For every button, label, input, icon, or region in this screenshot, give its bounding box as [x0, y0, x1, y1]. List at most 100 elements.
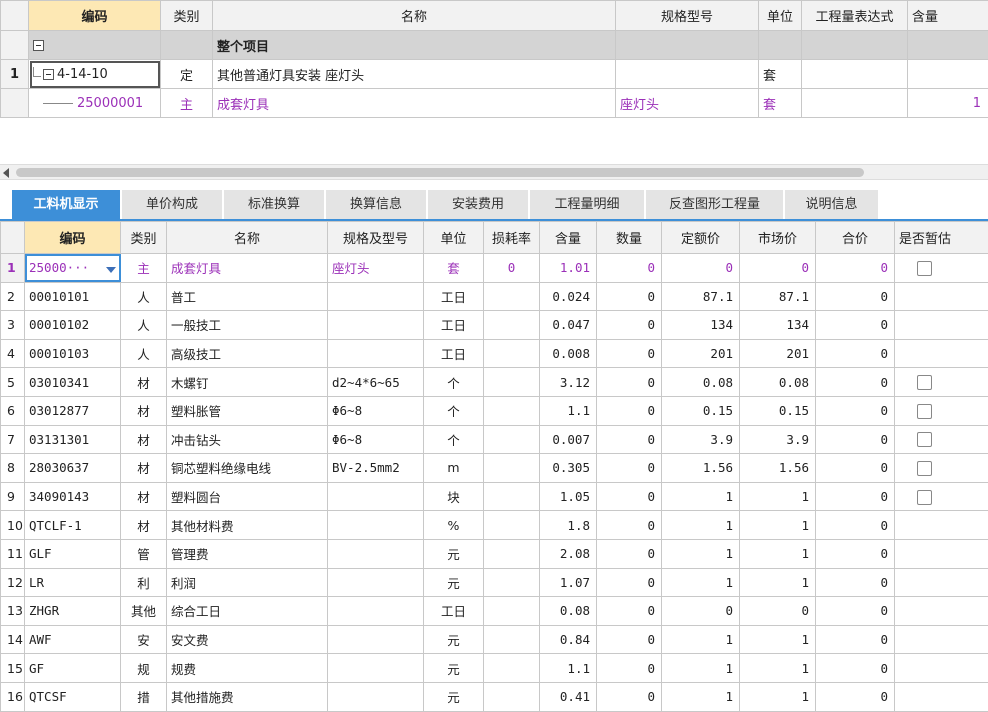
code-cell[interactable]: 28030637 — [25, 454, 121, 483]
provisional-checkbox[interactable] — [917, 375, 932, 390]
unit-cell[interactable]: 个 — [424, 368, 484, 397]
provisional-checkbox[interactable] — [917, 261, 932, 276]
scrollbar-thumb[interactable] — [16, 168, 864, 177]
provisional-cell[interactable] — [895, 396, 988, 425]
provisional-checkbox[interactable] — [917, 490, 932, 505]
tab-labor-material-machine[interactable]: 工料机显示 — [12, 190, 122, 220]
code-cell[interactable]: 03010341 — [25, 368, 121, 397]
name-cell[interactable]: 一般技工 — [167, 311, 328, 340]
loss-rate-cell[interactable] — [484, 454, 540, 483]
quantity-cell[interactable]: 0 — [597, 597, 662, 626]
total-cell[interactable]: 0 — [816, 511, 895, 540]
loss-rate-cell[interactable] — [484, 368, 540, 397]
provisional-cell[interactable] — [895, 654, 988, 683]
table-row[interactable]: 15GF规规费元1.10110 — [1, 654, 988, 683]
type-cell[interactable]: 利 — [121, 568, 167, 597]
content-cell[interactable]: 3.12 — [540, 368, 597, 397]
tab-conversion-info[interactable]: 换算信息 — [326, 190, 428, 220]
quota-price-cell[interactable]: 0.08 — [662, 368, 740, 397]
total-cell[interactable]: 0 — [816, 454, 895, 483]
provisional-checkbox[interactable] — [917, 432, 932, 447]
provisional-checkbox[interactable] — [917, 404, 932, 419]
market-price-cell[interactable]: 201 — [740, 339, 816, 368]
type-cell[interactable]: 材 — [121, 511, 167, 540]
tab-reverse-lookup[interactable]: 反查图形工程量 — [646, 190, 785, 220]
total-cell[interactable]: 0 — [816, 311, 895, 340]
col-header-code[interactable]: 编码 — [25, 222, 121, 254]
total-cell[interactable]: 0 — [816, 396, 895, 425]
type-cell[interactable]: 管 — [121, 539, 167, 568]
col-header-unit[interactable]: 单位 — [759, 1, 802, 31]
col-header-market-price[interactable]: 市场价 — [740, 222, 816, 254]
market-price-cell[interactable]: 0 — [740, 597, 816, 626]
market-price-cell[interactable]: 1 — [740, 482, 816, 511]
table-row[interactable]: 10QTCLF-1材其他材料费%1.80110 — [1, 511, 988, 540]
code-cell[interactable]: 03012877 — [25, 396, 121, 425]
col-header-unit[interactable]: 单位 — [424, 222, 484, 254]
table-row[interactable]: 11GLF管管理费元2.080110 — [1, 539, 988, 568]
quantity-cell[interactable]: 0 — [597, 682, 662, 711]
provisional-cell[interactable] — [895, 511, 988, 540]
content-cell[interactable]: 1.05 — [540, 482, 597, 511]
content-cell[interactable]: 0.305 — [540, 454, 597, 483]
table-row[interactable]: 14AWF安安文费元0.840110 — [1, 625, 988, 654]
type-cell[interactable]: 人 — [121, 339, 167, 368]
col-header-name[interactable]: 名称 — [213, 1, 616, 31]
col-header-spec[interactable]: 规格及型号 — [328, 222, 424, 254]
table-row[interactable]: 25000001 主 成套灯具 座灯头 套 1 — [1, 89, 988, 118]
table-row[interactable]: 503010341材木螺钉d2~4*6~65个3.1200.080.080 — [1, 368, 988, 397]
corner-cell[interactable] — [1, 1, 29, 31]
loss-rate-cell[interactable] — [484, 654, 540, 683]
loss-rate-cell[interactable] — [484, 568, 540, 597]
scroll-left-icon[interactable] — [3, 168, 9, 178]
quota-price-cell[interactable]: 0.15 — [662, 396, 740, 425]
code-cell[interactable]: 25000001 — [29, 89, 161, 118]
market-price-cell[interactable]: 3.9 — [740, 425, 816, 454]
name-cell[interactable]: 塑料胀管 — [167, 396, 328, 425]
quota-price-cell[interactable]: 134 — [662, 311, 740, 340]
col-header-code[interactable]: 编码 — [29, 1, 161, 31]
spec-cell[interactable] — [328, 511, 424, 540]
code-cell[interactable]: GLF — [25, 539, 121, 568]
quantity-cell[interactable]: 0 — [597, 454, 662, 483]
loss-rate-cell[interactable] — [484, 311, 540, 340]
col-header-provisional[interactable]: 是否暂估 — [895, 222, 988, 254]
total-cell[interactable]: 0 — [816, 539, 895, 568]
unit-cell[interactable]: 套 — [424, 254, 484, 283]
quantity-cell[interactable]: 0 — [597, 396, 662, 425]
name-cell[interactable]: 管理费 — [167, 539, 328, 568]
code-cell[interactable]: 00010102 — [25, 311, 121, 340]
provisional-cell[interactable] — [895, 339, 988, 368]
provisional-cell[interactable] — [895, 568, 988, 597]
market-price-cell[interactable]: 1 — [740, 682, 816, 711]
loss-rate-cell[interactable] — [484, 539, 540, 568]
provisional-cell[interactable] — [895, 539, 988, 568]
quota-price-cell[interactable]: 1 — [662, 654, 740, 683]
content-cell[interactable]: 1.07 — [540, 568, 597, 597]
total-cell[interactable]: 0 — [816, 339, 895, 368]
col-header-qty[interactable]: 含量 — [908, 1, 988, 31]
col-header-content[interactable]: 含量 — [540, 222, 597, 254]
group-row[interactable]: 整个项目 — [1, 31, 988, 60]
tab-description[interactable]: 说明信息 — [785, 190, 880, 220]
unit-cell[interactable]: 块 — [424, 482, 484, 511]
market-price-cell[interactable]: 0.15 — [740, 396, 816, 425]
table-row[interactable]: 300010102人一般技工工日0.04701341340 — [1, 311, 988, 340]
content-cell[interactable]: 1.1 — [540, 654, 597, 683]
name-cell[interactable]: 安文费 — [167, 625, 328, 654]
name-cell[interactable]: 高级技工 — [167, 339, 328, 368]
code-cell[interactable]: AWF — [25, 625, 121, 654]
type-cell[interactable]: 人 — [121, 311, 167, 340]
loss-rate-cell[interactable] — [484, 682, 540, 711]
spec-cell[interactable] — [328, 311, 424, 340]
name-cell[interactable]: 铜芯塑料绝缘电线 — [167, 454, 328, 483]
content-cell[interactable]: 2.08 — [540, 539, 597, 568]
loss-rate-cell[interactable] — [484, 396, 540, 425]
corner-cell[interactable] — [1, 222, 25, 254]
name-cell[interactable]: 木螺钉 — [167, 368, 328, 397]
quota-price-cell[interactable]: 1 — [662, 568, 740, 597]
loss-rate-cell[interactable] — [484, 339, 540, 368]
code-cell[interactable]: 25000··· — [25, 254, 121, 283]
unit-cell[interactable]: 工日 — [424, 311, 484, 340]
horizontal-scrollbar[interactable] — [0, 164, 988, 180]
